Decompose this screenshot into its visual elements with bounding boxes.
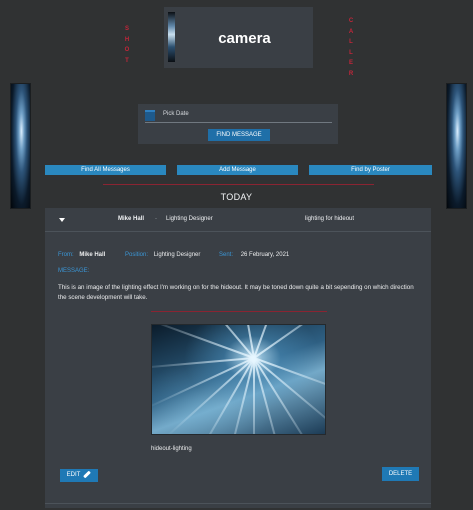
vertical-label-left: SHOT	[123, 24, 131, 66]
from-value: Mike Hall	[79, 252, 106, 258]
vertical-letter: O	[124, 47, 130, 53]
find-by-poster-button[interactable]: Find by Poster	[309, 165, 432, 175]
light-ray	[193, 357, 255, 434]
vertical-letter: S	[124, 26, 129, 32]
message-summary-row[interactable]: Mike Hall - Lighting Designer lighting f…	[45, 208, 431, 232]
position-value: Lighting Designer	[153, 252, 201, 258]
caret-down-icon[interactable]	[59, 218, 65, 222]
side-image-right	[446, 83, 467, 209]
vertical-letter: L	[349, 49, 353, 56]
page-title: camera	[218, 30, 271, 47]
position-meta: Position: Lighting Designer	[125, 252, 200, 258]
pick-date-field[interactable]: Pick Date	[163, 111, 189, 117]
bottom-divider	[45, 503, 431, 504]
vertical-letter: E	[348, 60, 353, 66]
calendar-icon[interactable]	[145, 110, 155, 121]
light-ray	[253, 358, 255, 434]
sent-label: Sent:	[219, 252, 234, 258]
message-image[interactable]	[151, 324, 326, 435]
message-card: Mike Hall - Lighting Designer lighting f…	[45, 208, 431, 508]
vertical-letter: H	[124, 36, 130, 43]
pick-date-underline	[145, 122, 332, 123]
find-all-messages-button[interactable]: Find All Messages	[45, 165, 166, 175]
delete-button[interactable]: DELETE	[382, 467, 419, 481]
vertical-letter: T	[125, 57, 129, 64]
summary-position: Lighting Designer	[166, 216, 213, 222]
sent-value: 26 February, 2021	[240, 252, 290, 258]
date-picker-panel: Pick Date FIND MESSAGE	[138, 104, 338, 144]
summary-separator: -	[155, 216, 157, 222]
message-label: MESSAGE:	[58, 268, 90, 274]
sent-meta: Sent: 26 February, 2021	[219, 252, 289, 258]
side-image-left	[10, 83, 31, 209]
message-divider	[151, 311, 327, 312]
vertical-letter: R	[348, 70, 354, 77]
summary-subject: lighting for hideout	[305, 216, 355, 222]
from-meta: From: Mike Hall	[58, 252, 105, 258]
edit-button-label: EDIT	[66, 472, 81, 478]
edit-button[interactable]: EDIT	[60, 469, 98, 482]
divider	[103, 184, 374, 185]
pencil-icon	[83, 470, 92, 479]
position-label: Position:	[125, 252, 149, 258]
find-message-button[interactable]: FIND MESSAGE	[208, 129, 270, 141]
header-card: camera	[164, 7, 313, 68]
summary-poster-name: Mike Hall	[118, 216, 145, 222]
vertical-letter: A	[348, 28, 354, 35]
vertical-letter: C	[348, 18, 354, 24]
add-message-button[interactable]: Add Message	[177, 165, 298, 175]
light-ray	[164, 357, 255, 434]
date-group-heading: TODAY	[220, 192, 253, 202]
from-label: From:	[58, 252, 74, 258]
image-caption: hideout-lighting	[151, 446, 192, 452]
message-body: This is an image of the lighting effect …	[58, 284, 414, 301]
vertical-letter: L	[349, 39, 353, 45]
vertical-label-right: CALLER	[347, 16, 355, 79]
